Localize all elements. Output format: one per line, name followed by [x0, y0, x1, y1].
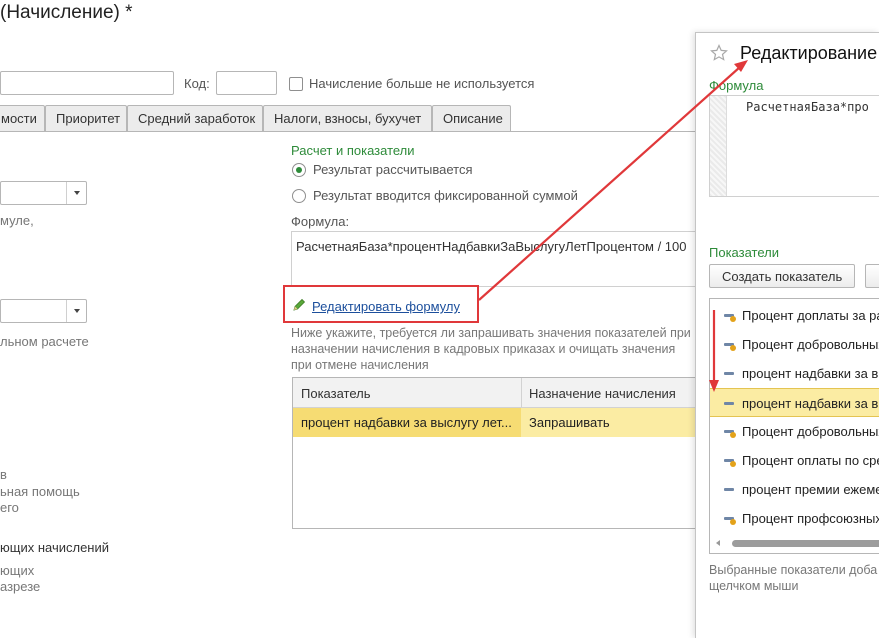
- annotation-arrows: [478, 60, 748, 392]
